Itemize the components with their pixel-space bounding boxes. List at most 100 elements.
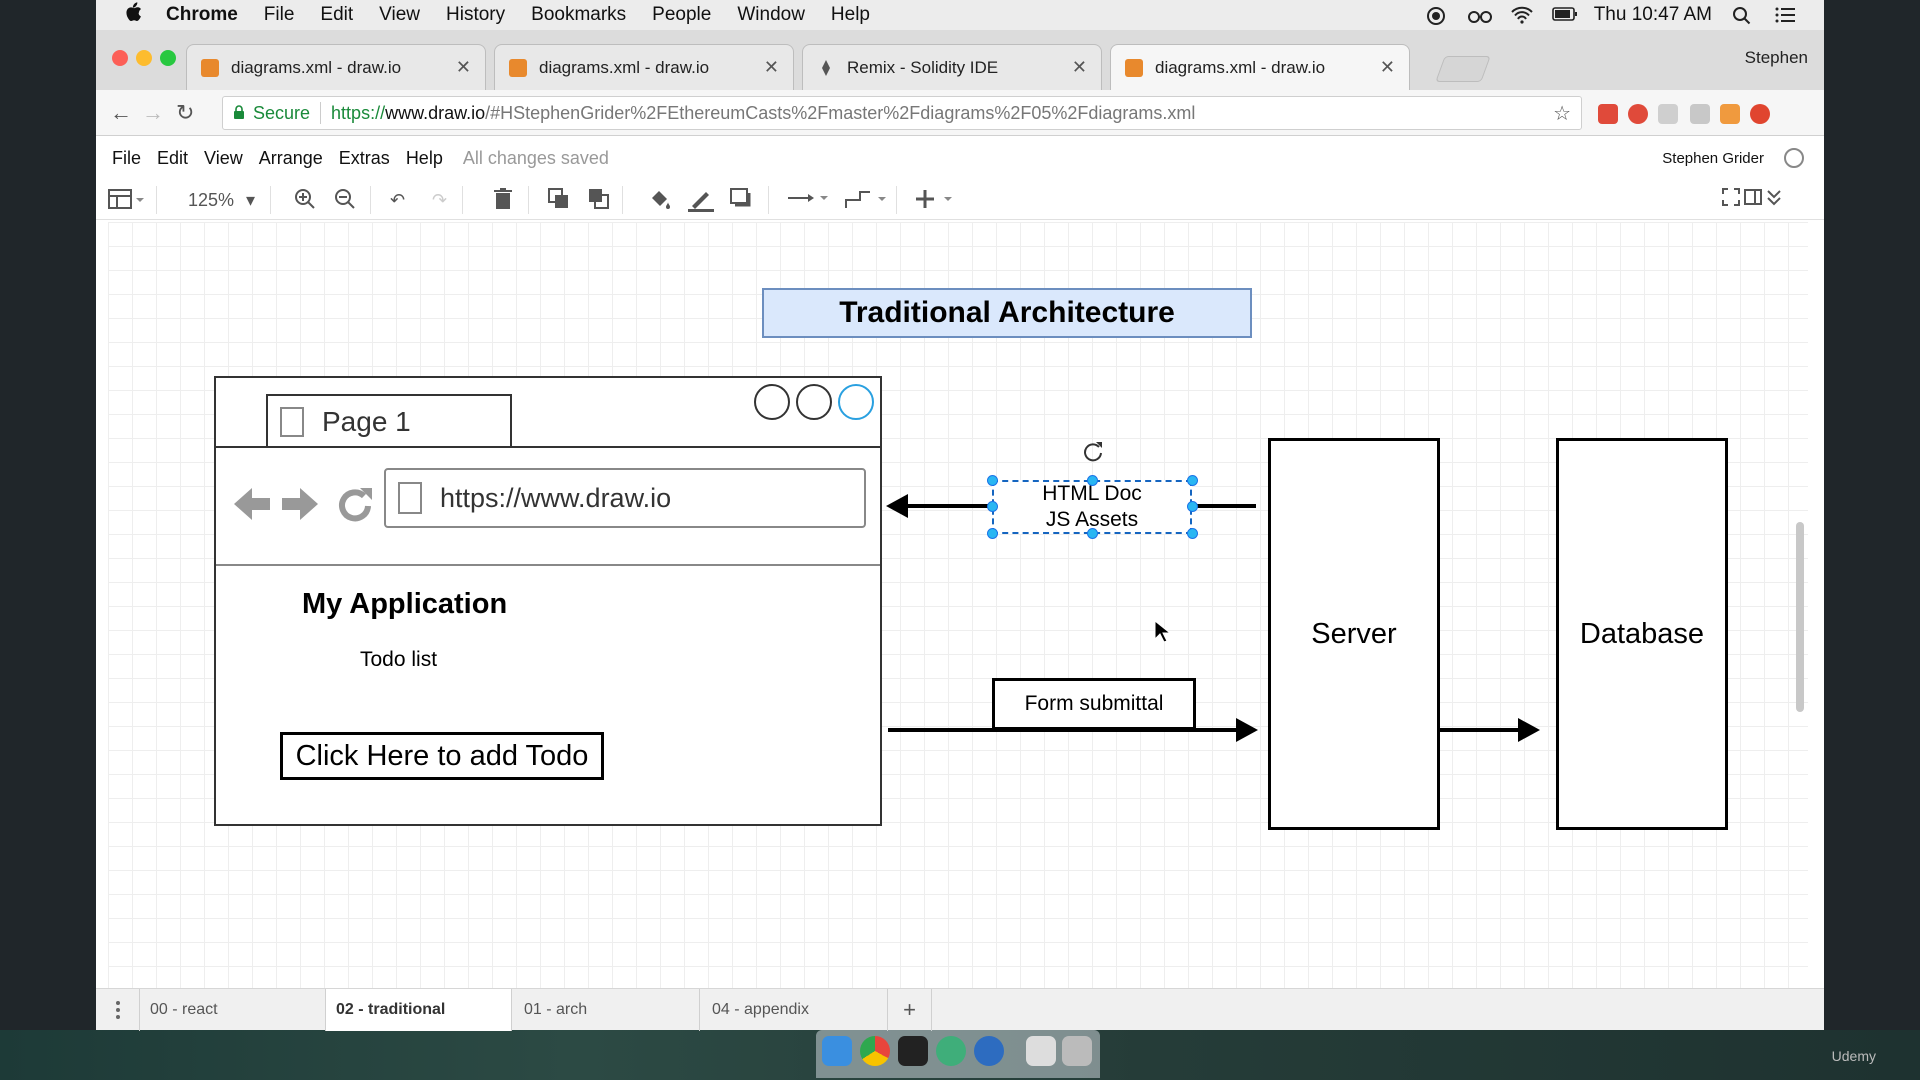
omnibox[interactable]: Secure https://www.draw.io/#HStephenGrid… [222, 96, 1582, 130]
drawio-menu-arrange[interactable]: Arrange [259, 148, 323, 169]
notification-center-icon[interactable] [1774, 6, 1796, 24]
add-page-icon[interactable]: + [888, 989, 932, 1031]
menu-help[interactable]: Help [831, 4, 870, 26]
to-front-icon[interactable] [548, 188, 570, 212]
extension-icon-5[interactable] [1720, 104, 1740, 124]
menu-window[interactable]: Window [737, 4, 805, 26]
minimize-window-button[interactable] [136, 50, 152, 66]
extension-icon-2[interactable] [1628, 104, 1648, 124]
delete-icon[interactable] [494, 188, 512, 212]
close-tab-icon[interactable]: ✕ [1072, 57, 1087, 78]
extension-icon-4[interactable] [1690, 104, 1710, 124]
extension-icon-1[interactable] [1598, 104, 1618, 124]
line-color-icon[interactable] [688, 188, 714, 212]
resize-handle[interactable] [987, 475, 998, 486]
resize-handle[interactable] [987, 528, 998, 539]
menu-bookmarks[interactable]: Bookmarks [531, 4, 626, 26]
trash-icon[interactable] [1062, 1036, 1092, 1066]
connectors [886, 494, 1540, 742]
menu-edit[interactable]: Edit [320, 4, 353, 26]
close-tab-icon[interactable]: ✕ [456, 57, 471, 78]
drawio-menu-view[interactable]: View [204, 148, 243, 169]
battery-icon[interactable] [1551, 6, 1577, 24]
resize-handle[interactable] [1187, 501, 1198, 512]
database-box[interactable]: Database [1556, 438, 1728, 830]
menu-app-chrome[interactable]: Chrome [166, 4, 238, 26]
insert-icon[interactable] [916, 188, 956, 212]
drawio-menu-file[interactable]: File [112, 148, 141, 169]
shadow-icon[interactable] [730, 188, 752, 212]
profile-name[interactable]: Stephen [1745, 48, 1808, 68]
undo-icon[interactable]: ↶ [390, 188, 405, 212]
form-submittal-label[interactable]: Form submittal [992, 678, 1196, 730]
drawio-menu-edit[interactable]: Edit [157, 148, 188, 169]
browser-tab-2[interactable]: diagrams.xml - draw.io ✕ [494, 44, 794, 90]
desktop-right [1824, 0, 1920, 1080]
finder-icon[interactable] [822, 1036, 852, 1066]
resize-handle[interactable] [1087, 528, 1098, 539]
connection-style-icon[interactable] [786, 188, 830, 212]
db-arrowhead-icon [1518, 718, 1540, 742]
zoom-dropdown-icon[interactable]: ▾ [246, 188, 255, 212]
redo-icon[interactable]: ↷ [432, 188, 447, 212]
bookmark-star-icon[interactable]: ☆ [1553, 101, 1571, 126]
rotate-handle-icon[interactable] [1082, 440, 1104, 467]
close-tab-icon[interactable]: ✕ [764, 57, 779, 78]
to-back-icon[interactable] [588, 188, 610, 212]
screen-record-icon[interactable] [1426, 6, 1448, 25]
page-tab-react[interactable]: 00 - react [140, 989, 326, 1031]
resize-handle[interactable] [987, 501, 998, 512]
documents-icon[interactable] [1026, 1036, 1056, 1066]
forward-icon[interactable]: → [142, 100, 164, 126]
wifi-icon[interactable] [1510, 6, 1533, 24]
menu-view[interactable]: View [379, 4, 420, 26]
clock[interactable]: Thu 10:47 AM [1594, 4, 1712, 26]
collapse-toolbar-icon[interactable] [1766, 188, 1782, 212]
user-menu[interactable]: Stephen Grider [1662, 150, 1764, 167]
page-tab-appendix[interactable]: 04 - appendix [702, 989, 888, 1031]
browser-tab-1[interactable]: diagrams.xml - draw.io ✕ [186, 44, 486, 90]
drawio-menu-extras[interactable]: Extras [339, 148, 390, 169]
extension-css-icon[interactable] [1658, 104, 1678, 124]
zoom-in-icon[interactable] [294, 188, 316, 212]
apple-menu-icon[interactable] [124, 2, 154, 28]
new-tab-button[interactable] [1435, 56, 1491, 82]
vertical-scrollbar[interactable] [1796, 522, 1804, 712]
drawio-menu-help[interactable]: Help [406, 148, 443, 169]
waypoints-icon[interactable] [844, 188, 888, 212]
response-label-selected[interactable]: HTML Doc JS Assets [992, 480, 1192, 534]
resize-handle[interactable] [1187, 475, 1198, 486]
language-globe-icon[interactable] [1784, 148, 1804, 168]
page-tab-traditional[interactable]: 02 - traditional [326, 989, 512, 1031]
mouse-cursor-icon [1154, 619, 1172, 649]
close-tab-icon[interactable]: ✕ [1380, 57, 1395, 78]
back-icon[interactable]: ← [110, 100, 132, 126]
reload-icon[interactable]: ↻ [176, 100, 194, 126]
fill-color-icon[interactable] [648, 188, 672, 212]
browser-app-icon[interactable] [974, 1036, 1004, 1066]
zoom-select[interactable]: 125% [188, 188, 234, 212]
pages-menu-icon[interactable] [96, 989, 140, 1031]
fullscreen-icon[interactable] [1722, 188, 1740, 212]
chrome-icon[interactable] [860, 1036, 890, 1066]
maximize-window-button[interactable] [160, 50, 176, 66]
browser-tab-3[interactable]: Remix - Solidity IDE ✕ [802, 44, 1102, 90]
resize-handle[interactable] [1087, 475, 1098, 486]
atom-icon[interactable] [936, 1036, 966, 1066]
glasses-icon[interactable] [1467, 6, 1492, 24]
spotlight-search-icon[interactable] [1732, 6, 1754, 25]
menu-people[interactable]: People [652, 4, 711, 26]
menu-history[interactable]: History [446, 4, 505, 26]
extension-icon-6[interactable] [1750, 104, 1770, 124]
close-window-button[interactable] [112, 50, 128, 66]
page-tab-arch[interactable]: 01 - arch [514, 989, 700, 1031]
browser-tab-4[interactable]: diagrams.xml - draw.io ✕ [1110, 44, 1410, 90]
diagram-canvas[interactable]: Traditional Architecture Page 1 https://… [108, 222, 1808, 998]
format-panel-icon[interactable] [1744, 188, 1762, 212]
format-panel-toggle-icon[interactable] [108, 188, 146, 212]
server-box[interactable]: Server [1268, 438, 1440, 830]
resize-handle[interactable] [1187, 528, 1198, 539]
menu-file[interactable]: File [264, 4, 295, 26]
terminal-icon[interactable] [898, 1036, 928, 1066]
zoom-out-icon[interactable] [334, 188, 356, 212]
